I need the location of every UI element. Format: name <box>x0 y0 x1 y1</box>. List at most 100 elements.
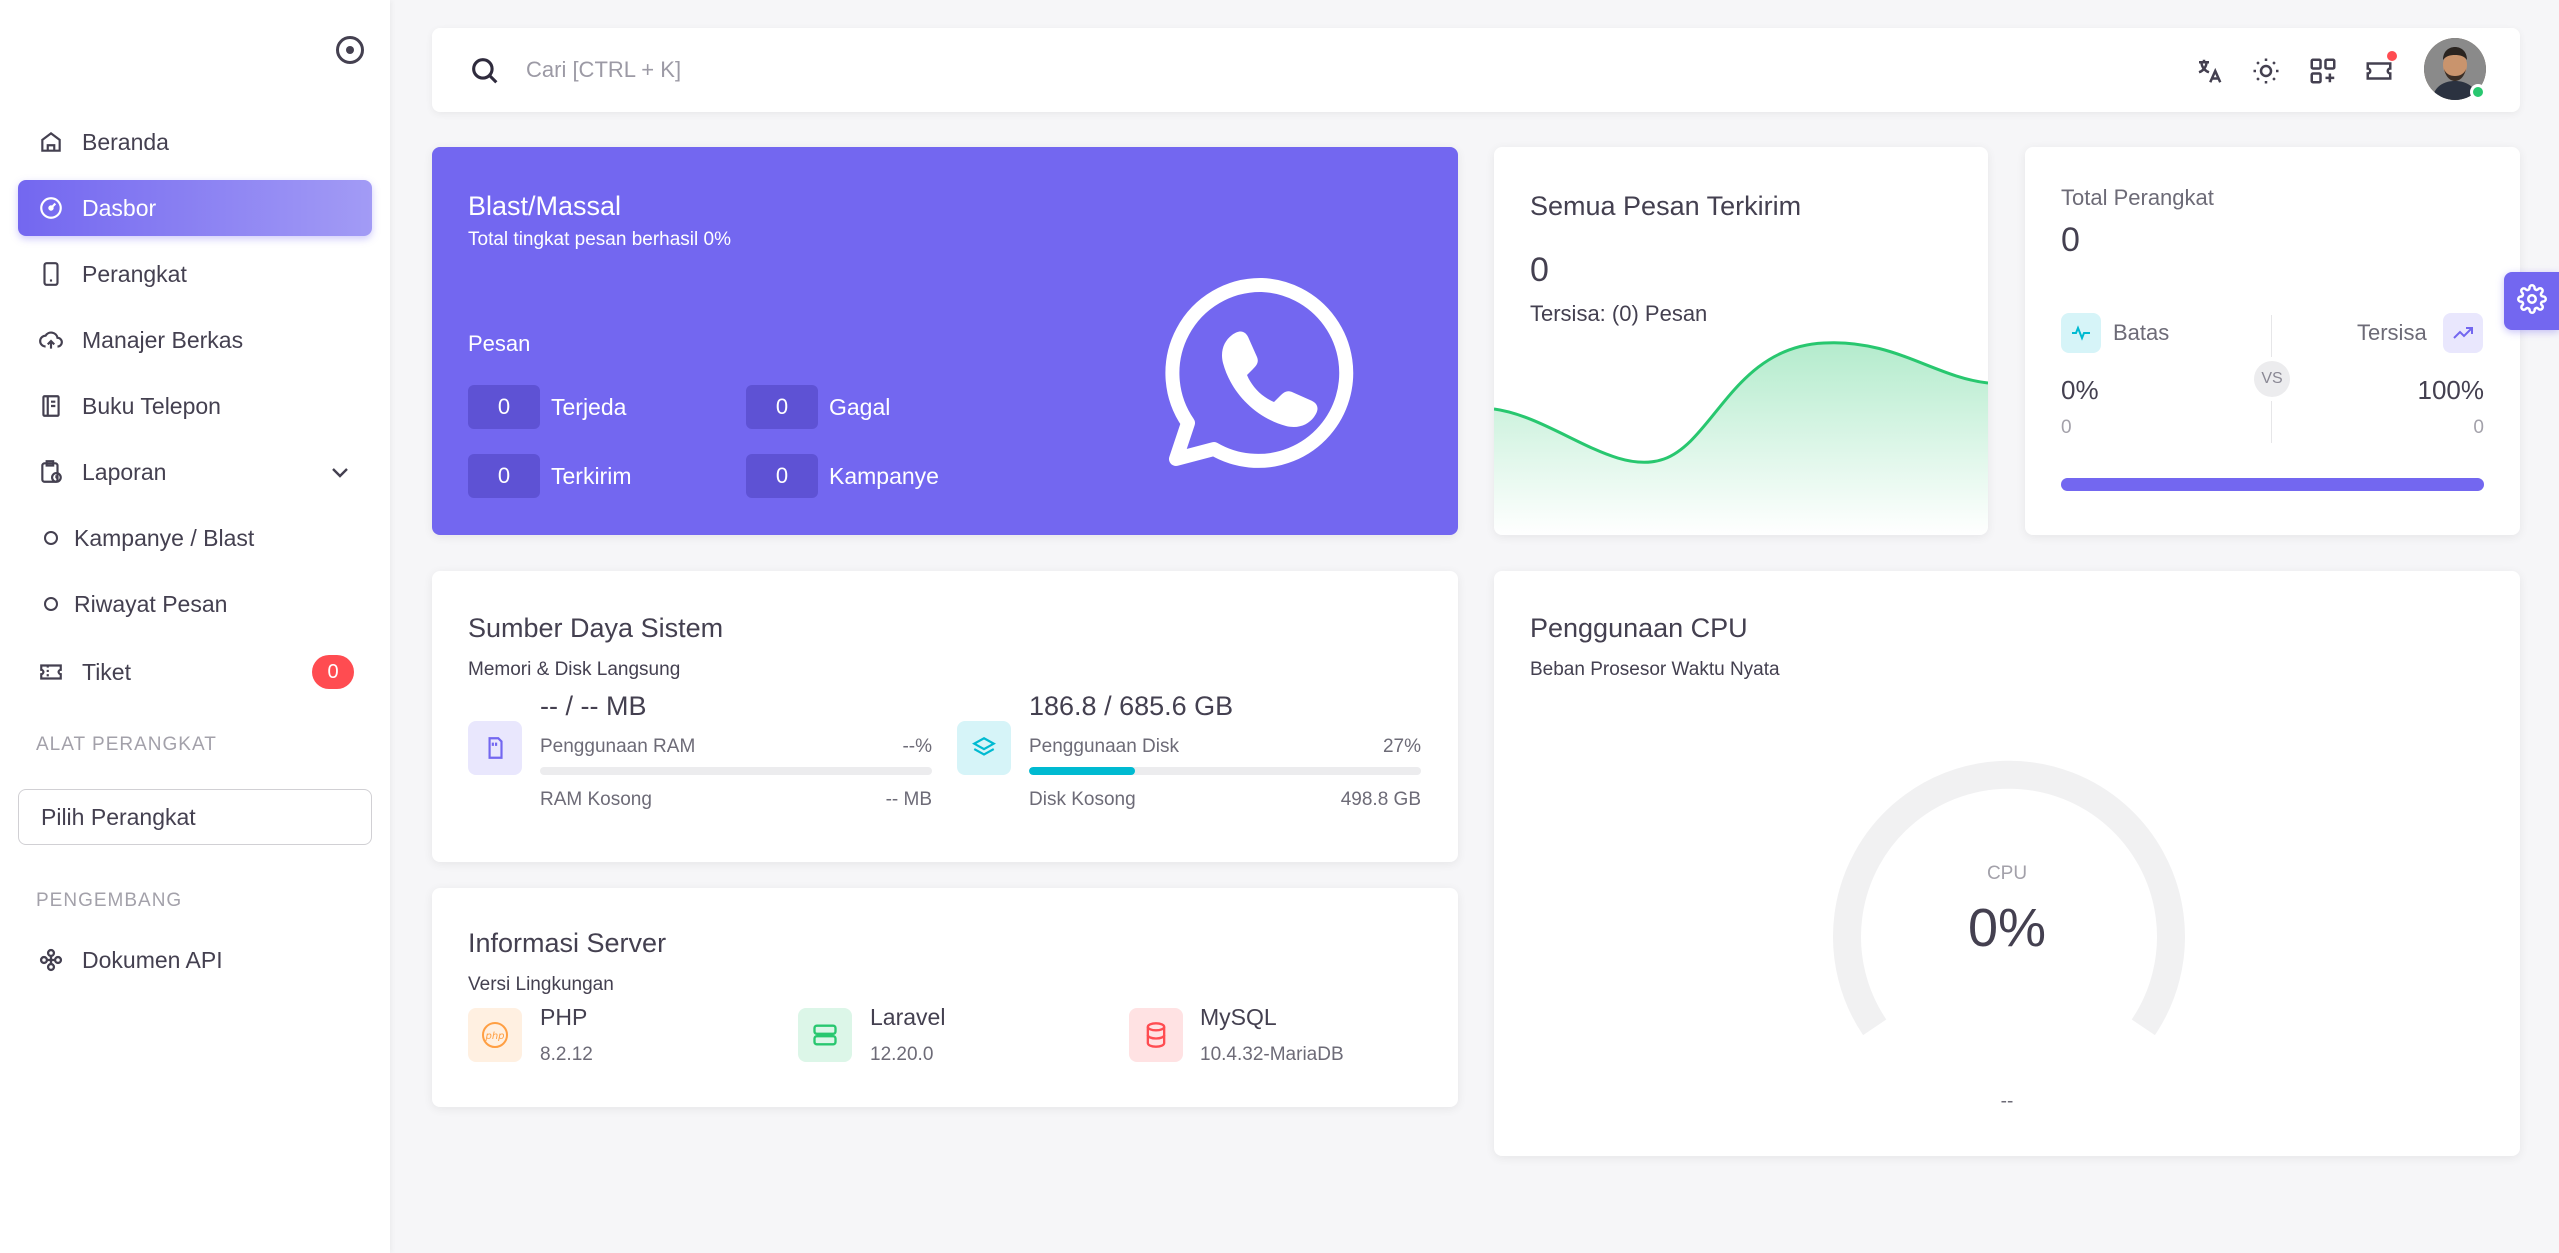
php-name: PHP <box>540 1004 588 1030</box>
sidebar-collapse-icon[interactable] <box>336 36 364 64</box>
section-title-developer: PENGEMBANG <box>36 890 183 911</box>
sent-remaining: Tersisa: (0) Pesan <box>1530 301 1708 326</box>
cpu-usage-card: Penggunaan CPU Beban Prosesor Waktu Nyat… <box>1494 571 2520 1156</box>
section-title-tools: ALAT PERANGKAT <box>36 734 217 755</box>
sidebar-item-perangkat[interactable]: Perangkat <box>18 246 372 302</box>
ram-progress <box>540 767 932 775</box>
laravel-version: 12.20.0 <box>870 1044 934 1065</box>
gear-icon <box>2516 283 2547 319</box>
cpu-subtitle: Beban Prosesor Waktu Nyata <box>1530 659 1780 680</box>
devices-remaining-label: Tersisa <box>2357 320 2427 345</box>
memory-card-icon <box>468 721 522 775</box>
svg-text:php: php <box>484 1031 504 1042</box>
home-icon <box>36 127 66 157</box>
theme-sun-icon[interactable] <box>2249 54 2283 88</box>
sidebar-item-laporan[interactable]: Laporan <box>18 444 372 500</box>
settings-customizer-button[interactable] <box>2504 272 2559 330</box>
sidebar-item-kampanye-blast[interactable]: Kampanye / Blast <box>18 510 372 566</box>
vs-badge: VS <box>2254 361 2290 397</box>
blast-card: Blast/Massal Total tingkat pesan berhasi… <box>432 147 1458 535</box>
stat-gagal-value: 0 <box>746 385 818 429</box>
phonebook-icon <box>36 391 66 421</box>
resources-subtitle: Memori & Disk Langsung <box>468 659 681 680</box>
cpu-gauge <box>1833 760 2185 1036</box>
online-status-dot <box>2470 84 2486 100</box>
stat-gagal-label: Gagal <box>829 394 891 420</box>
disk-progress-fill <box>1029 767 1135 775</box>
cpu-title: Penggunaan CPU <box>1530 613 1748 643</box>
blast-title: Blast/Massal <box>468 191 622 221</box>
devices-limit-label: Batas <box>2113 320 2170 345</box>
cpu-gauge-label: CPU <box>1986 863 2028 884</box>
sidebar: Beranda Dasbor Perangkat Manajer Berkas … <box>0 0 390 1253</box>
server-icon <box>798 1008 852 1062</box>
sent-title: Semua Pesan Terkirim <box>1530 191 1802 221</box>
dashboard-icon <box>36 193 66 223</box>
avatar[interactable] <box>2424 38 2486 100</box>
notification-dot <box>2387 51 2397 61</box>
sidebar-item-manajer-berkas[interactable]: Manajer Berkas <box>18 312 372 368</box>
sent-messages-card: Semua Pesan Terkirim 0 Tersisa: (0) Pesa… <box>1494 147 1988 535</box>
sidebar-item-label: Kampanye / Blast <box>74 524 255 551</box>
server-subtitle: Versi Lingkungan <box>468 974 614 995</box>
database-icon <box>1129 1008 1183 1062</box>
sent-trend-sparkline <box>1494 341 1988 535</box>
device-select[interactable]: Pilih Perangkat <box>18 789 372 845</box>
disk-free-label: Disk Kosong <box>1029 789 1136 810</box>
total-devices-card: Total Perangkat 0 Batas Tersisa VS 0% 0 … <box>2025 147 2520 535</box>
sidebar-item-dokumen-api[interactable]: Dokumen API <box>18 932 372 988</box>
disk-pct: 27% <box>1382 736 1421 757</box>
php-icon: php <box>468 1008 522 1062</box>
topbar <box>432 28 2520 112</box>
sidebar-item-tiket[interactable]: Tiket 0 <box>18 644 372 700</box>
laravel-name: Laravel <box>870 1004 946 1030</box>
stat-terkirim-label: Terkirim <box>551 463 632 489</box>
cpu-footer: -- <box>2000 1091 2014 1112</box>
ram-free-label: RAM Kosong <box>540 789 652 810</box>
sidebar-item-label: Buku Telepon <box>82 392 221 419</box>
blast-subtitle: Total tingkat pesan berhasil 0% <box>468 229 731 250</box>
stat-terjeda-value: 0 <box>468 385 540 429</box>
search-icon[interactable] <box>468 54 502 93</box>
trend-up-icon <box>2443 313 2483 353</box>
devices-progress-fill <box>2061 478 2484 491</box>
ram-pct: --% <box>902 736 932 757</box>
server-info-card: Informasi Server Versi Lingkungan php PH… <box>432 888 1458 1107</box>
cloud-upload-icon <box>36 325 66 355</box>
devices-remaining-count: 0 <box>2473 417 2484 438</box>
report-icon <box>36 457 66 487</box>
chevron-down-icon[interactable] <box>328 460 352 490</box>
cpu-gauge-value: 0% <box>1967 898 2047 958</box>
ticket-count-badge: 0 <box>312 655 354 689</box>
layers-icon <box>957 721 1011 775</box>
translate-icon[interactable] <box>2192 54 2226 88</box>
stat-terkirim-value: 0 <box>468 454 540 498</box>
mysql-name: MySQL <box>1200 1004 1277 1030</box>
search-input[interactable] <box>526 50 1226 90</box>
sidebar-item-beranda[interactable]: Beranda <box>18 114 372 170</box>
devices-title: Total Perangkat <box>2061 185 2214 210</box>
pulse-icon <box>2061 313 2101 353</box>
disk-progress <box>1029 767 1421 775</box>
server-title: Informasi Server <box>468 928 667 958</box>
disk-label: Penggunaan Disk <box>1029 736 1179 757</box>
sent-value: 0 <box>1530 251 1549 289</box>
sidebar-item-label: Perangkat <box>82 260 187 287</box>
sidebar-item-label: Laporan <box>82 458 167 485</box>
ram-free-value: -- MB <box>885 789 932 810</box>
mysql-version: 10.4.32-MariaDB <box>1200 1044 1344 1065</box>
devices-limit-count: 0 <box>2061 417 2072 438</box>
stat-kampanye-value: 0 <box>746 454 818 498</box>
ram-label: Penggunaan RAM <box>540 736 696 757</box>
disk-value: 186.8 / 685.6 GB <box>1029 691 1234 721</box>
sidebar-item-riwayat-pesan[interactable]: Riwayat Pesan <box>18 576 372 632</box>
sidebar-item-label: Beranda <box>82 128 169 155</box>
apps-grid-icon[interactable] <box>2306 54 2340 88</box>
sidebar-item-buku-telepon[interactable]: Buku Telepon <box>18 378 372 434</box>
sidebar-item-dasbor[interactable]: Dasbor <box>18 180 372 236</box>
ram-value: -- / -- MB <box>540 691 647 721</box>
ticket-icon <box>36 657 66 687</box>
api-icon <box>36 945 66 975</box>
ticket-notification-icon[interactable] <box>2362 51 2397 88</box>
sidebar-item-label: Dokumen API <box>82 946 223 973</box>
